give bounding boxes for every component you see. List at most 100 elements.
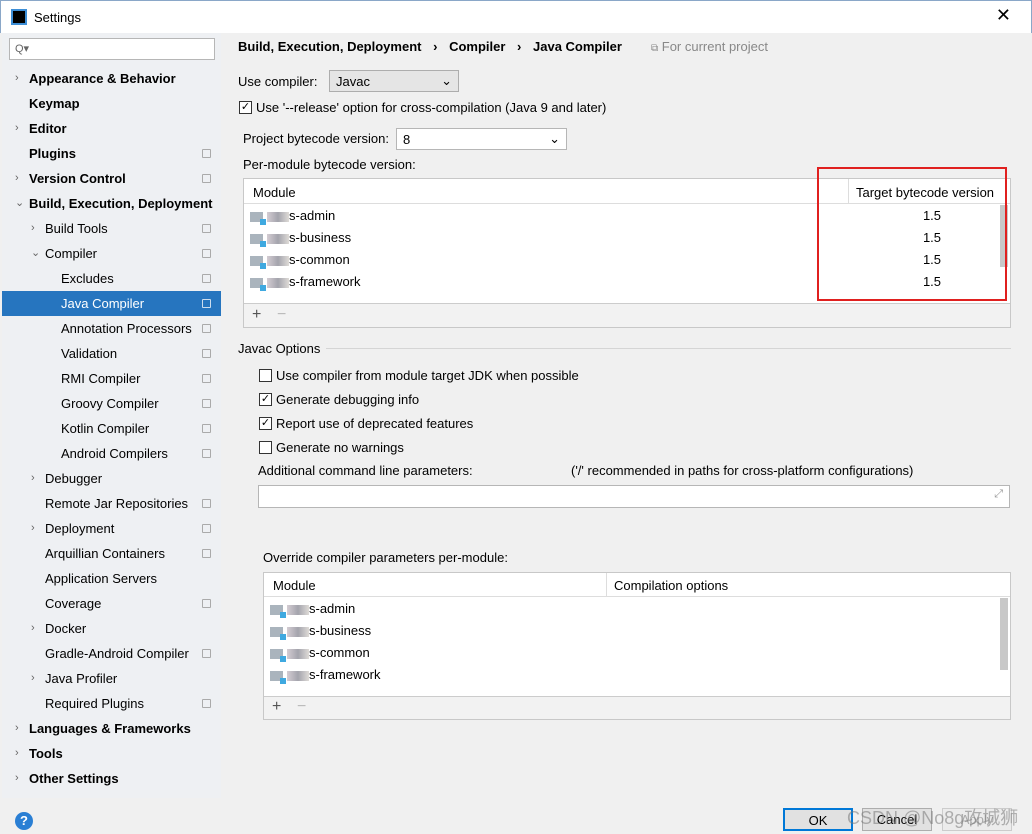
sidebar-item[interactable]: Gradle-Android Compiler (2, 641, 221, 666)
sidebar-item-label: Java Compiler (61, 296, 145, 311)
table-row[interactable]: s-admin (270, 598, 1000, 620)
chevron-right-icon[interactable]: › (15, 66, 19, 91)
column-header-options[interactable]: Compilation options (614, 578, 728, 593)
breadcrumb-item[interactable]: Compiler (449, 39, 505, 54)
sidebar-item[interactable]: › Editor (2, 116, 221, 141)
table-toolbar: + − (264, 696, 1010, 719)
project-scope-icon (202, 149, 211, 158)
compiler-value: Javac (336, 74, 370, 89)
chevron-right-icon[interactable]: › (31, 466, 35, 491)
override-label: Override compiler parameters per-module: (263, 550, 508, 565)
sidebar-item[interactable]: › Languages & Frameworks (2, 716, 221, 741)
module-folder-icon (250, 255, 266, 269)
remove-button[interactable]: − (297, 698, 306, 716)
project-scope-icon (202, 499, 211, 508)
javac-option-checkbox[interactable]: ✓ (259, 393, 272, 406)
project-scope-icon (202, 249, 211, 258)
add-button[interactable]: + (272, 698, 281, 716)
chevron-right-icon[interactable]: › (31, 216, 35, 241)
chevron-right-icon[interactable]: › (31, 616, 35, 641)
project-scope-icon (202, 274, 211, 283)
column-header-module[interactable]: Module (273, 578, 316, 593)
redacted-prefix (267, 277, 289, 288)
column-header-module[interactable]: Module (253, 185, 296, 200)
redacted-prefix (267, 255, 289, 266)
watermark: CSDN @No8g攻城狮 (847, 808, 1019, 828)
sidebar-item-label: Kotlin Compiler (61, 421, 150, 436)
sidebar-item[interactable]: Keymap (2, 91, 221, 116)
sidebar-item[interactable]: Android Compilers (2, 441, 221, 466)
sidebar-item[interactable]: Excludes (2, 266, 221, 291)
table-toolbar: + − (244, 303, 1010, 327)
sidebar-item[interactable]: › Build Tools (2, 216, 221, 241)
redacted-prefix (287, 648, 309, 659)
sidebar-item[interactable]: Required Plugins (2, 691, 221, 716)
chevron-right-icon[interactable]: › (15, 741, 19, 766)
params-label: Additional command line parameters: (258, 463, 473, 478)
help-button[interactable]: ? (15, 812, 33, 830)
sidebar-item[interactable]: Coverage (2, 591, 221, 616)
sidebar-item[interactable]: › Docker (2, 616, 221, 641)
sidebar-item[interactable]: Remote Jar Repositories (2, 491, 221, 516)
chevron-right-icon[interactable]: › (15, 116, 19, 141)
sidebar-item[interactable]: ⌄ Compiler (2, 241, 221, 266)
table-row[interactable]: s-common (270, 642, 1000, 664)
table-header: Module Compilation options (264, 573, 1010, 597)
javac-option-checkbox[interactable]: ✓ (259, 417, 272, 430)
sidebar-item-label: Deployment (45, 521, 115, 536)
module-folder-icon (270, 670, 286, 684)
chevron-right-icon[interactable]: › (15, 766, 19, 791)
sidebar-item[interactable]: Arquillian Containers (2, 541, 221, 566)
table-row[interactable]: s-framework (270, 664, 1000, 686)
sidebar-item[interactable]: › Other Settings (2, 766, 221, 791)
search-input[interactable]: Q▾ (9, 38, 215, 60)
sidebar-item[interactable]: › Deployment (2, 516, 221, 541)
override-table: Module Compilation options s-admin s-busi… (263, 572, 1011, 720)
sidebar-item-label: Application Servers (45, 571, 157, 586)
sidebar-item[interactable]: Application Servers (2, 566, 221, 591)
sidebar-item-label: Java Profiler (45, 671, 118, 686)
sidebar-item[interactable]: Groovy Compiler (2, 391, 221, 416)
project-scope-icon (202, 174, 211, 183)
scrollbar[interactable] (1000, 598, 1008, 670)
chevron-down-icon: ⌄ (549, 131, 560, 146)
bytecode-select[interactable]: 8 ⌄ (396, 128, 567, 150)
sidebar-item[interactable]: Annotation Processors (2, 316, 221, 341)
remove-button[interactable]: − (277, 306, 286, 324)
breadcrumb-item[interactable]: Build, Execution, Deployment (238, 39, 421, 54)
chevron-right-icon[interactable]: › (15, 166, 19, 191)
sidebar-item[interactable]: Kotlin Compiler (2, 416, 221, 441)
chevron-right-icon[interactable]: › (15, 716, 19, 741)
javac-option-checkbox[interactable] (259, 369, 272, 382)
sidebar-item-label: Groovy Compiler (61, 396, 159, 411)
chevron-right-icon[interactable]: › (31, 516, 35, 541)
sidebar-item[interactable]: Validation (2, 341, 221, 366)
add-button[interactable]: + (252, 306, 261, 324)
sidebar-item[interactable]: › Tools (2, 741, 221, 766)
compiler-select[interactable]: Javac ⌄ (329, 70, 459, 92)
chevron-down-icon[interactable]: ⌄ (31, 241, 40, 266)
chevron-right-icon[interactable]: › (31, 666, 35, 691)
sidebar-item[interactable]: RMI Compiler (2, 366, 221, 391)
sidebar-item[interactable]: ⌄ Build, Execution, Deployment (2, 191, 221, 216)
javac-option-checkbox[interactable] (259, 441, 272, 454)
sidebar-item-label: Arquillian Containers (45, 546, 165, 561)
module-folder-icon (250, 277, 266, 291)
sidebar-item[interactable]: › Java Profiler (2, 666, 221, 691)
release-checkbox[interactable]: ✓ (239, 101, 252, 114)
sidebar-item[interactable]: › Version Control (2, 166, 221, 191)
sidebar-item[interactable]: Java Compiler (2, 291, 221, 316)
sidebar-item[interactable]: › Appearance & Behavior (2, 66, 221, 91)
sidebar-item-label: Plugins (29, 146, 76, 161)
ok-button[interactable]: OK (783, 808, 853, 831)
sidebar-item[interactable]: Plugins (2, 141, 221, 166)
expand-icon[interactable]: ⤢ (994, 488, 1003, 501)
module-folder-icon (270, 648, 286, 662)
params-input[interactable]: ⤢ (258, 485, 1010, 508)
table-row[interactable]: s-business (270, 620, 1000, 642)
chevron-down-icon: ⌄ (441, 73, 452, 88)
chevron-down-icon[interactable]: ⌄ (15, 191, 24, 216)
close-icon[interactable]: ✕ (996, 5, 1011, 26)
project-scope-icon (202, 349, 211, 358)
sidebar-item[interactable]: › Debugger (2, 466, 221, 491)
